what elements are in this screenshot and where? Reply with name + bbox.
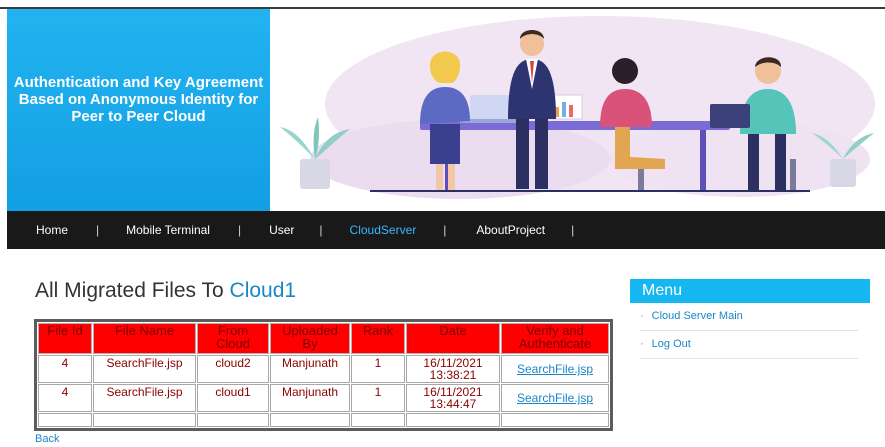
cell-file-id: 4 (38, 384, 92, 412)
column-header-from-cloud: From Cloud (197, 323, 269, 354)
cell-date: 16/11/2021 13:44:47 (406, 384, 500, 412)
cell-uploaded-by: Manjunath (270, 384, 350, 412)
column-header-date: Date (406, 323, 500, 354)
table-row-empty (38, 413, 609, 427)
page-title-prefix: All Migrated Files To (35, 279, 230, 302)
cell-empty (197, 413, 269, 427)
cell-empty (270, 413, 350, 427)
nav-separator: | (319, 223, 323, 237)
cell-empty (93, 413, 196, 427)
verify-file-link[interactable]: SearchFile.jsp (517, 357, 593, 375)
cell-file-id: 4 (38, 355, 92, 383)
column-header-uploaded-by: Uploaded By (270, 323, 350, 354)
back-link[interactable]: Back (35, 433, 59, 445)
migrated-files-table: File Id File Name From Cloud Uploaded By… (34, 319, 613, 431)
top-rule (0, 0, 885, 9)
cell-verify: SearchFile.jsp (501, 384, 609, 412)
menu-item-label: Log Out (651, 338, 691, 350)
column-header-verify: Verify and Authenticate (501, 323, 609, 354)
nav-cloudserver[interactable]: CloudServer (350, 223, 417, 237)
table-row: 4 SearchFile.jsp cloud1 Manjunath 1 16/1… (38, 384, 609, 412)
cell-date: 16/11/2021 13:38:21 (406, 355, 500, 383)
nav-separator: | (237, 223, 242, 237)
nav-separator: | (443, 223, 447, 237)
cell-file-name: SearchFile.jsp (93, 355, 196, 383)
menu-item-label: Cloud Server Main (651, 310, 743, 322)
page-title-cloud-name: Cloud1 (229, 279, 297, 302)
cell-from-cloud: cloud2 (197, 355, 269, 383)
cell-from-cloud: cloud1 (197, 384, 269, 412)
banner-illustration (270, 9, 885, 211)
cell-verify: SearchFile.jsp (501, 355, 609, 383)
menu-item-log-out[interactable]: · Log Out (640, 331, 858, 359)
cell-empty (38, 413, 92, 427)
bullet-icon: · (640, 310, 644, 322)
nav-mobile-terminal[interactable]: Mobile Terminal (126, 223, 210, 237)
main-navbar: Home | Mobile Terminal | User | CloudSer… (7, 211, 885, 249)
cell-uploaded-by: Manjunath (270, 355, 350, 383)
nav-separator: | (571, 223, 575, 237)
nav-separator: | (96, 223, 100, 237)
site-header: Authentication and Key Agreement Based o… (7, 9, 885, 211)
cell-rank: 1 (351, 384, 405, 412)
nav-user[interactable]: User (269, 223, 294, 237)
cell-empty (351, 413, 405, 427)
nav-home[interactable]: Home (36, 223, 68, 237)
cell-file-name: SearchFile.jsp (93, 384, 196, 412)
table-header-row: File Id File Name From Cloud Uploaded By… (38, 323, 609, 354)
menu-item-cloud-server-main[interactable]: · Cloud Server Main (640, 303, 858, 331)
sidebar-menu: Menu · Cloud Server Main · Log Out (630, 279, 870, 359)
verify-file-link[interactable]: SearchFile.jsp (517, 386, 593, 404)
column-header-rank: Rank (351, 323, 405, 354)
column-header-file-name: File Name (93, 323, 196, 354)
office-meeting-illustration (280, 16, 875, 199)
cell-empty (406, 413, 500, 427)
nav-aboutproject[interactable]: AboutProject (476, 223, 545, 237)
title-panel: Authentication and Key Agreement Based o… (7, 9, 270, 211)
bullet-icon: · (640, 338, 644, 350)
cell-empty (501, 413, 609, 427)
page-title: All Migrated Files To Cloud1 (35, 279, 296, 303)
column-header-file-id: File Id (38, 323, 92, 354)
site-title: Authentication and Key Agreement Based o… (13, 73, 264, 125)
cell-rank: 1 (351, 355, 405, 383)
table-row: 4 SearchFile.jsp cloud2 Manjunath 1 16/1… (38, 355, 609, 383)
menu-title: Menu (630, 279, 870, 303)
